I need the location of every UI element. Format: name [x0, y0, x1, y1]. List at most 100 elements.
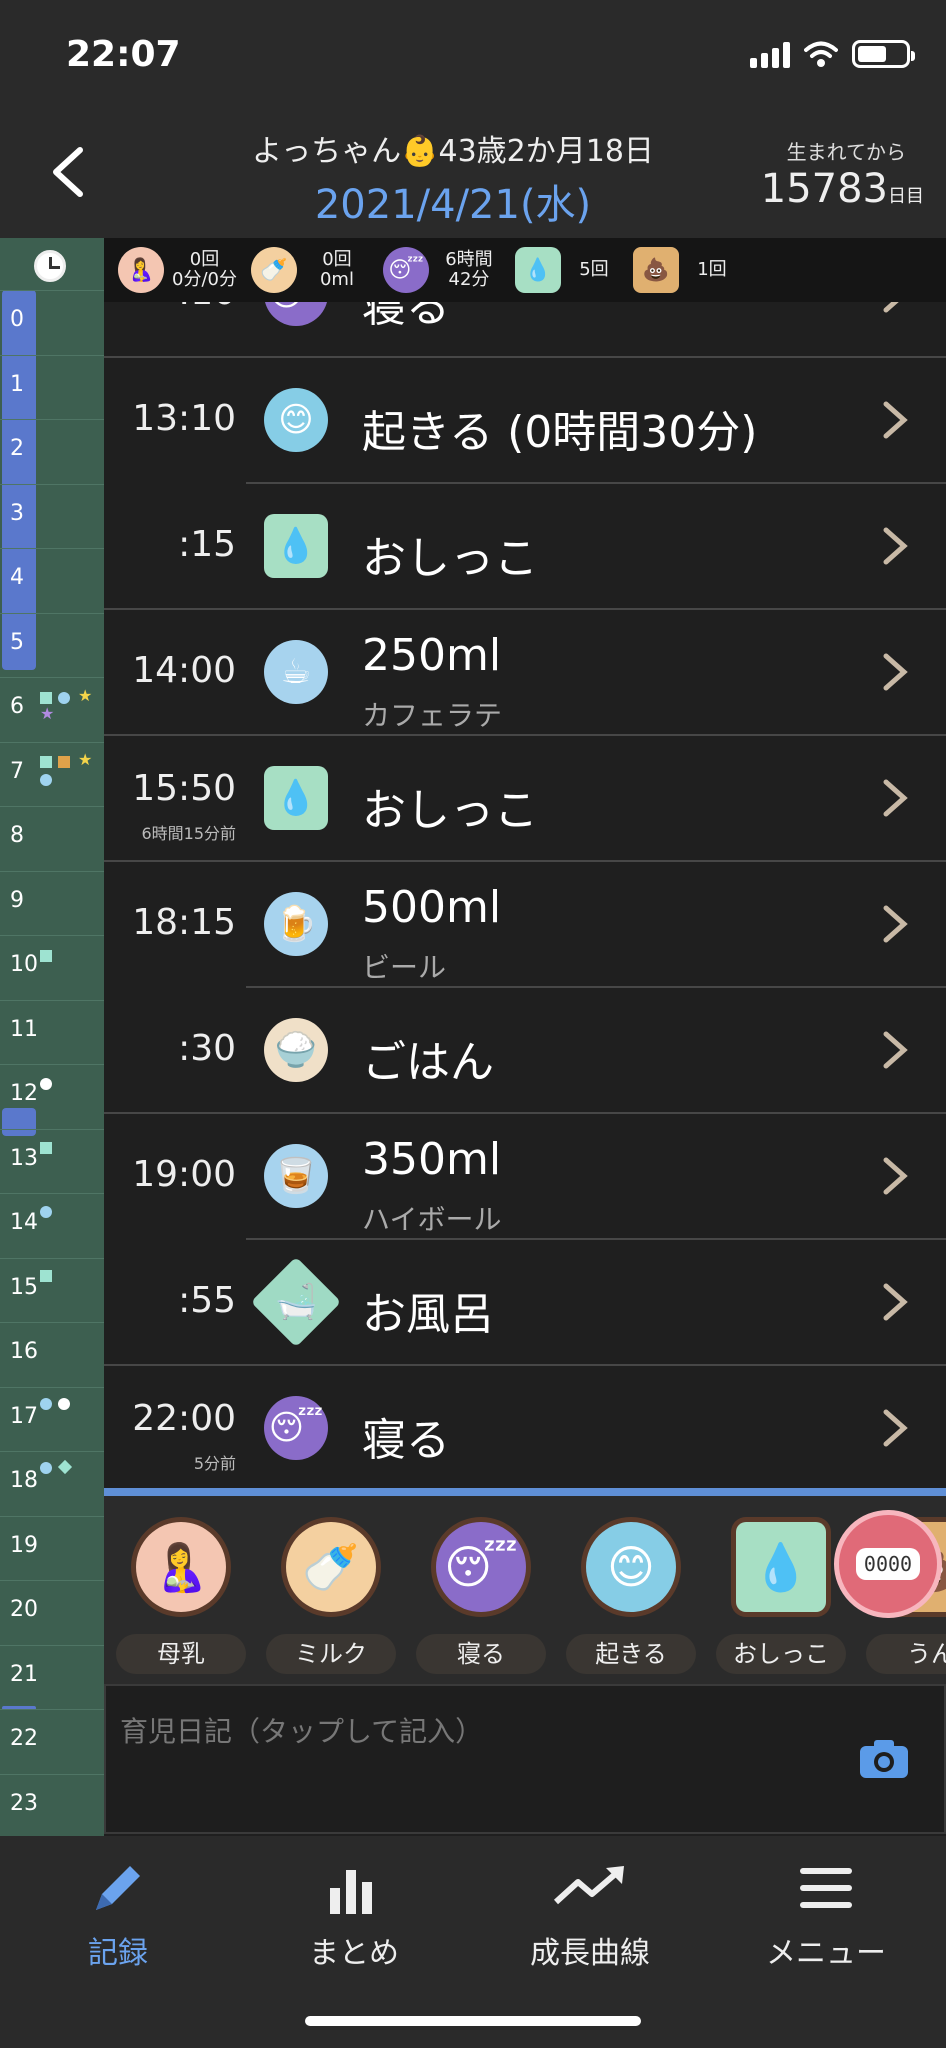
- timeline-hour-label: 13: [10, 1145, 38, 1171]
- stopwatch-icon: 0000: [834, 1510, 942, 1618]
- summary-sleep: 😴 6時間 42分: [382, 247, 501, 293]
- pee-icon: 💧: [264, 514, 328, 578]
- tab-record[interactable]: 記録: [28, 1852, 208, 1972]
- home-indicator: [305, 2016, 641, 2026]
- quick-bottle-button[interactable]: 🍼 ミルク: [266, 1522, 396, 1682]
- meal-icon: 🍚: [264, 1018, 328, 1082]
- wifi-icon: [804, 41, 838, 67]
- tab-summary[interactable]: まとめ: [264, 1852, 444, 1972]
- timeline-hour-label: 12: [10, 1081, 38, 1106]
- timeline-hour-label: 10: [10, 952, 38, 977]
- cellular-signal-icon: [750, 40, 790, 68]
- record-time: 22:00: [132, 1398, 236, 1439]
- quick-button-label: 起きる: [566, 1634, 696, 1674]
- pee-icon: 💧: [514, 247, 561, 293]
- timeline-hour-label: 8: [10, 823, 24, 848]
- drink-marker: [40, 1206, 52, 1218]
- record-note: ハイボール: [362, 1203, 502, 1236]
- born-days: 15783: [760, 166, 888, 212]
- record-time: :10: [178, 302, 236, 313]
- record-row[interactable]: 14:00 ☕ 250ml カフェラテ: [104, 610, 946, 736]
- chevron-right-icon: [883, 401, 908, 439]
- tab-menu[interactable]: メニュー: [736, 1852, 916, 1972]
- timeline-hour: 22: [0, 1709, 104, 1773]
- record-row[interactable]: 22:00 5分前 😴 寝る: [104, 1366, 946, 1492]
- record-time: 19:00: [132, 1154, 236, 1195]
- record-row[interactable]: :30 🍚 ごはん: [104, 988, 946, 1114]
- record-row[interactable]: 18:15 🍺 500ml ビール: [104, 862, 946, 988]
- timeline-hour-label: 2: [10, 436, 24, 461]
- diary-placeholder: 育児日記（タップして記入）: [120, 1715, 484, 1748]
- record-time: 13:10: [132, 398, 236, 439]
- timeline-hour: 10: [0, 935, 104, 999]
- sleep-icon: 😴: [382, 247, 429, 293]
- list-bottom-accent: [104, 1488, 946, 1496]
- record-time: :15: [178, 524, 236, 565]
- pee-marker: [40, 1270, 52, 1282]
- record-row[interactable]: :15 💧 おしっこ: [104, 484, 946, 610]
- status-time: 22:07: [66, 34, 181, 75]
- tab-growth[interactable]: 成長曲線: [500, 1852, 680, 1972]
- sleep-icon: 😴: [264, 1396, 328, 1460]
- timeline-hour: 21: [0, 1644, 104, 1709]
- timeline-hour: 5: [0, 612, 104, 677]
- timeline-hour-label: 5: [10, 629, 24, 655]
- summary-sleep-minutes: 42分: [448, 269, 490, 290]
- star-marker: ★: [78, 686, 93, 705]
- breastfeeding-icon: 🤱: [118, 247, 164, 293]
- pee-icon: 💧: [736, 1522, 826, 1612]
- timeline-hour: 4: [0, 548, 104, 612]
- chevron-right-icon: [883, 302, 899, 313]
- tab-label: 記録: [88, 1936, 148, 1971]
- quick-button-label: ミルク: [266, 1634, 396, 1674]
- quick-breastfeeding-button[interactable]: 🤱 母乳: [116, 1522, 246, 1682]
- stopwatch-display: 0000: [855, 1548, 921, 1580]
- timeline-hour-label: 1: [10, 371, 24, 397]
- timeline-hour-label: 17: [10, 1403, 38, 1429]
- timeline-hour: 9: [0, 870, 104, 935]
- drink-icon: 🥃: [264, 1144, 328, 1208]
- summary-bottle-amount: 0ml: [319, 269, 354, 290]
- record-row[interactable]: :55 🛁 お風呂: [104, 1240, 946, 1366]
- record-row[interactable]: 19:00 🥃 350ml ハイボール: [104, 1114, 946, 1240]
- timeline-hour: 20: [0, 1580, 104, 1644]
- chevron-right-icon: [883, 779, 908, 817]
- record-title: おしっこ: [362, 785, 538, 836]
- meal-marker: [40, 1078, 52, 1090]
- drink-marker: [58, 692, 70, 704]
- quick-entry-bar[interactable]: 🤱 母乳 🍼 ミルク 😴 寝る 😊 起きる 💧 おしっこ 💩 うん 0000: [104, 1496, 946, 1684]
- drink-icon: 🍺: [264, 892, 328, 956]
- quick-wake-button[interactable]: 😊 起きる: [566, 1522, 696, 1682]
- diary-input[interactable]: 育児日記（タップして記入）: [104, 1684, 946, 1834]
- drink-icon: ☕: [264, 640, 328, 704]
- timeline-hour-label: 15: [10, 1274, 38, 1300]
- summary-pee: 💧 5回: [514, 247, 619, 293]
- pencil-icon: [96, 1866, 140, 1910]
- pee-icon: 💧: [264, 766, 328, 830]
- drink-marker: [40, 774, 52, 786]
- quick-button-label: おしっこ: [716, 1634, 846, 1674]
- quick-pee-button[interactable]: 💧 おしっこ: [716, 1522, 846, 1682]
- timeline-hour: 16: [0, 1322, 104, 1386]
- timeline-hour: 0: [0, 290, 104, 354]
- timeline-hour-label: 4: [10, 565, 24, 590]
- summary-poop: 💩 1回: [632, 247, 737, 293]
- quick-sleep-button[interactable]: 😴 寝る: [416, 1522, 546, 1682]
- record-list[interactable]: :10 😴 寝る 13:10 😊 起きる (0時間30分) :15 💧 おしっこ…: [104, 302, 946, 1492]
- day-timeline[interactable]: 0 1 2 3 4 5 6 7 8 9 10 11 12 13 14 15 16 17 18 19 20 21 22 23 ★…: [0, 238, 104, 1838]
- record-time: 18:15: [132, 902, 236, 943]
- stopwatch-button[interactable]: 0000: [830, 1504, 946, 1624]
- born-label: 生まれてから: [786, 140, 906, 164]
- tab-label: まとめ: [309, 1936, 399, 1971]
- bath-icon: 🛁: [250, 1256, 342, 1348]
- record-row[interactable]: :10 😴 寝る: [104, 302, 946, 358]
- timeline-hour: 8: [0, 806, 104, 870]
- status-bar: 22:07: [0, 0, 946, 112]
- camera-icon[interactable]: [858, 1738, 910, 1780]
- sleep-star-marker: ★: [40, 704, 55, 723]
- record-row[interactable]: 13:10 😊 起きる (0時間30分): [104, 358, 946, 484]
- record-row[interactable]: 15:50 6時間15分前 💧 おしっこ: [104, 736, 946, 862]
- pee-marker: [40, 950, 52, 962]
- pee-marker: [40, 1142, 52, 1154]
- born-days-counter: 15783日目: [761, 166, 924, 212]
